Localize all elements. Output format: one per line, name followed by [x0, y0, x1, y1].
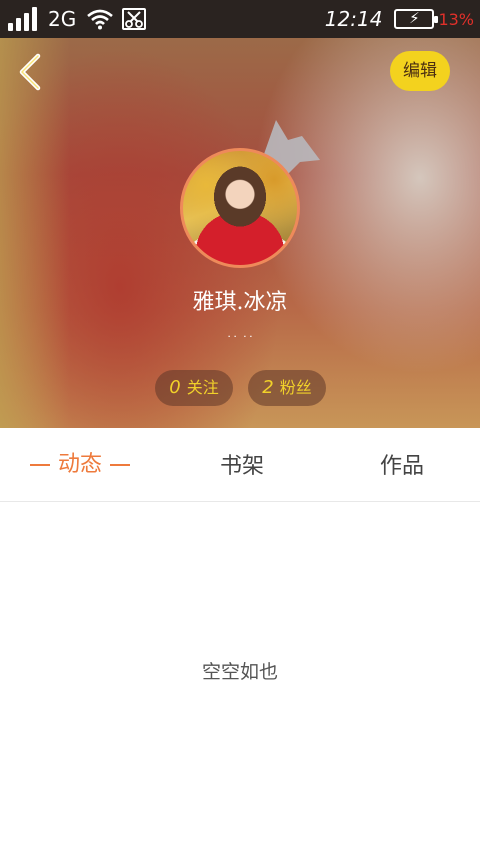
avatar[interactable]: [180, 148, 300, 268]
tab-dynamic-label: 动态: [57, 452, 102, 477]
tab-bookshelf[interactable]: 书架: [212, 428, 272, 502]
fans-count: 2: [262, 377, 274, 398]
tab-works[interactable]: 作品: [374, 428, 430, 502]
tab-indicator-left: [29, 464, 50, 466]
status-bar: 2G 12:14 ⚡ 13%: [0, 0, 480, 38]
chevron-left-icon[interactable]: [14, 52, 44, 92]
scissors-icon: [122, 8, 147, 30]
username: 雅琪.冰凉: [192, 290, 288, 315]
fans-count-button[interactable]: 2 粉丝: [248, 370, 326, 406]
profile-header: 编辑 雅琪.冰凉 ˙˙ ˙˙ 0 关注 2 粉丝: [0, 38, 480, 428]
tab-content: 空空如也: [0, 503, 480, 854]
profile-tabs: 动态 书架 作品: [0, 428, 480, 502]
tab-dynamic[interactable]: 动态: [20, 428, 140, 502]
following-count-button[interactable]: 0 关注: [155, 370, 233, 406]
following-count: 0: [169, 377, 181, 398]
clock: 12:14: [324, 7, 383, 31]
battery-percent: 13%: [438, 9, 474, 29]
empty-state-text: 空空如也: [201, 661, 278, 683]
battery-charging-icon: ⚡: [394, 9, 439, 29]
fans-label: 粉丝: [279, 378, 312, 397]
network-type: 2G: [48, 7, 77, 31]
status-left: 2G: [8, 6, 147, 32]
status-right: 12:14 ⚡ 13%: [325, 6, 474, 32]
user-signature: ˙˙ ˙˙: [226, 334, 254, 348]
signal-icon: [8, 7, 40, 31]
wifi-icon: [87, 9, 114, 30]
tab-indicator-right: [110, 464, 130, 466]
following-label: 关注: [186, 378, 219, 397]
edit-button[interactable]: 编辑: [390, 51, 450, 91]
